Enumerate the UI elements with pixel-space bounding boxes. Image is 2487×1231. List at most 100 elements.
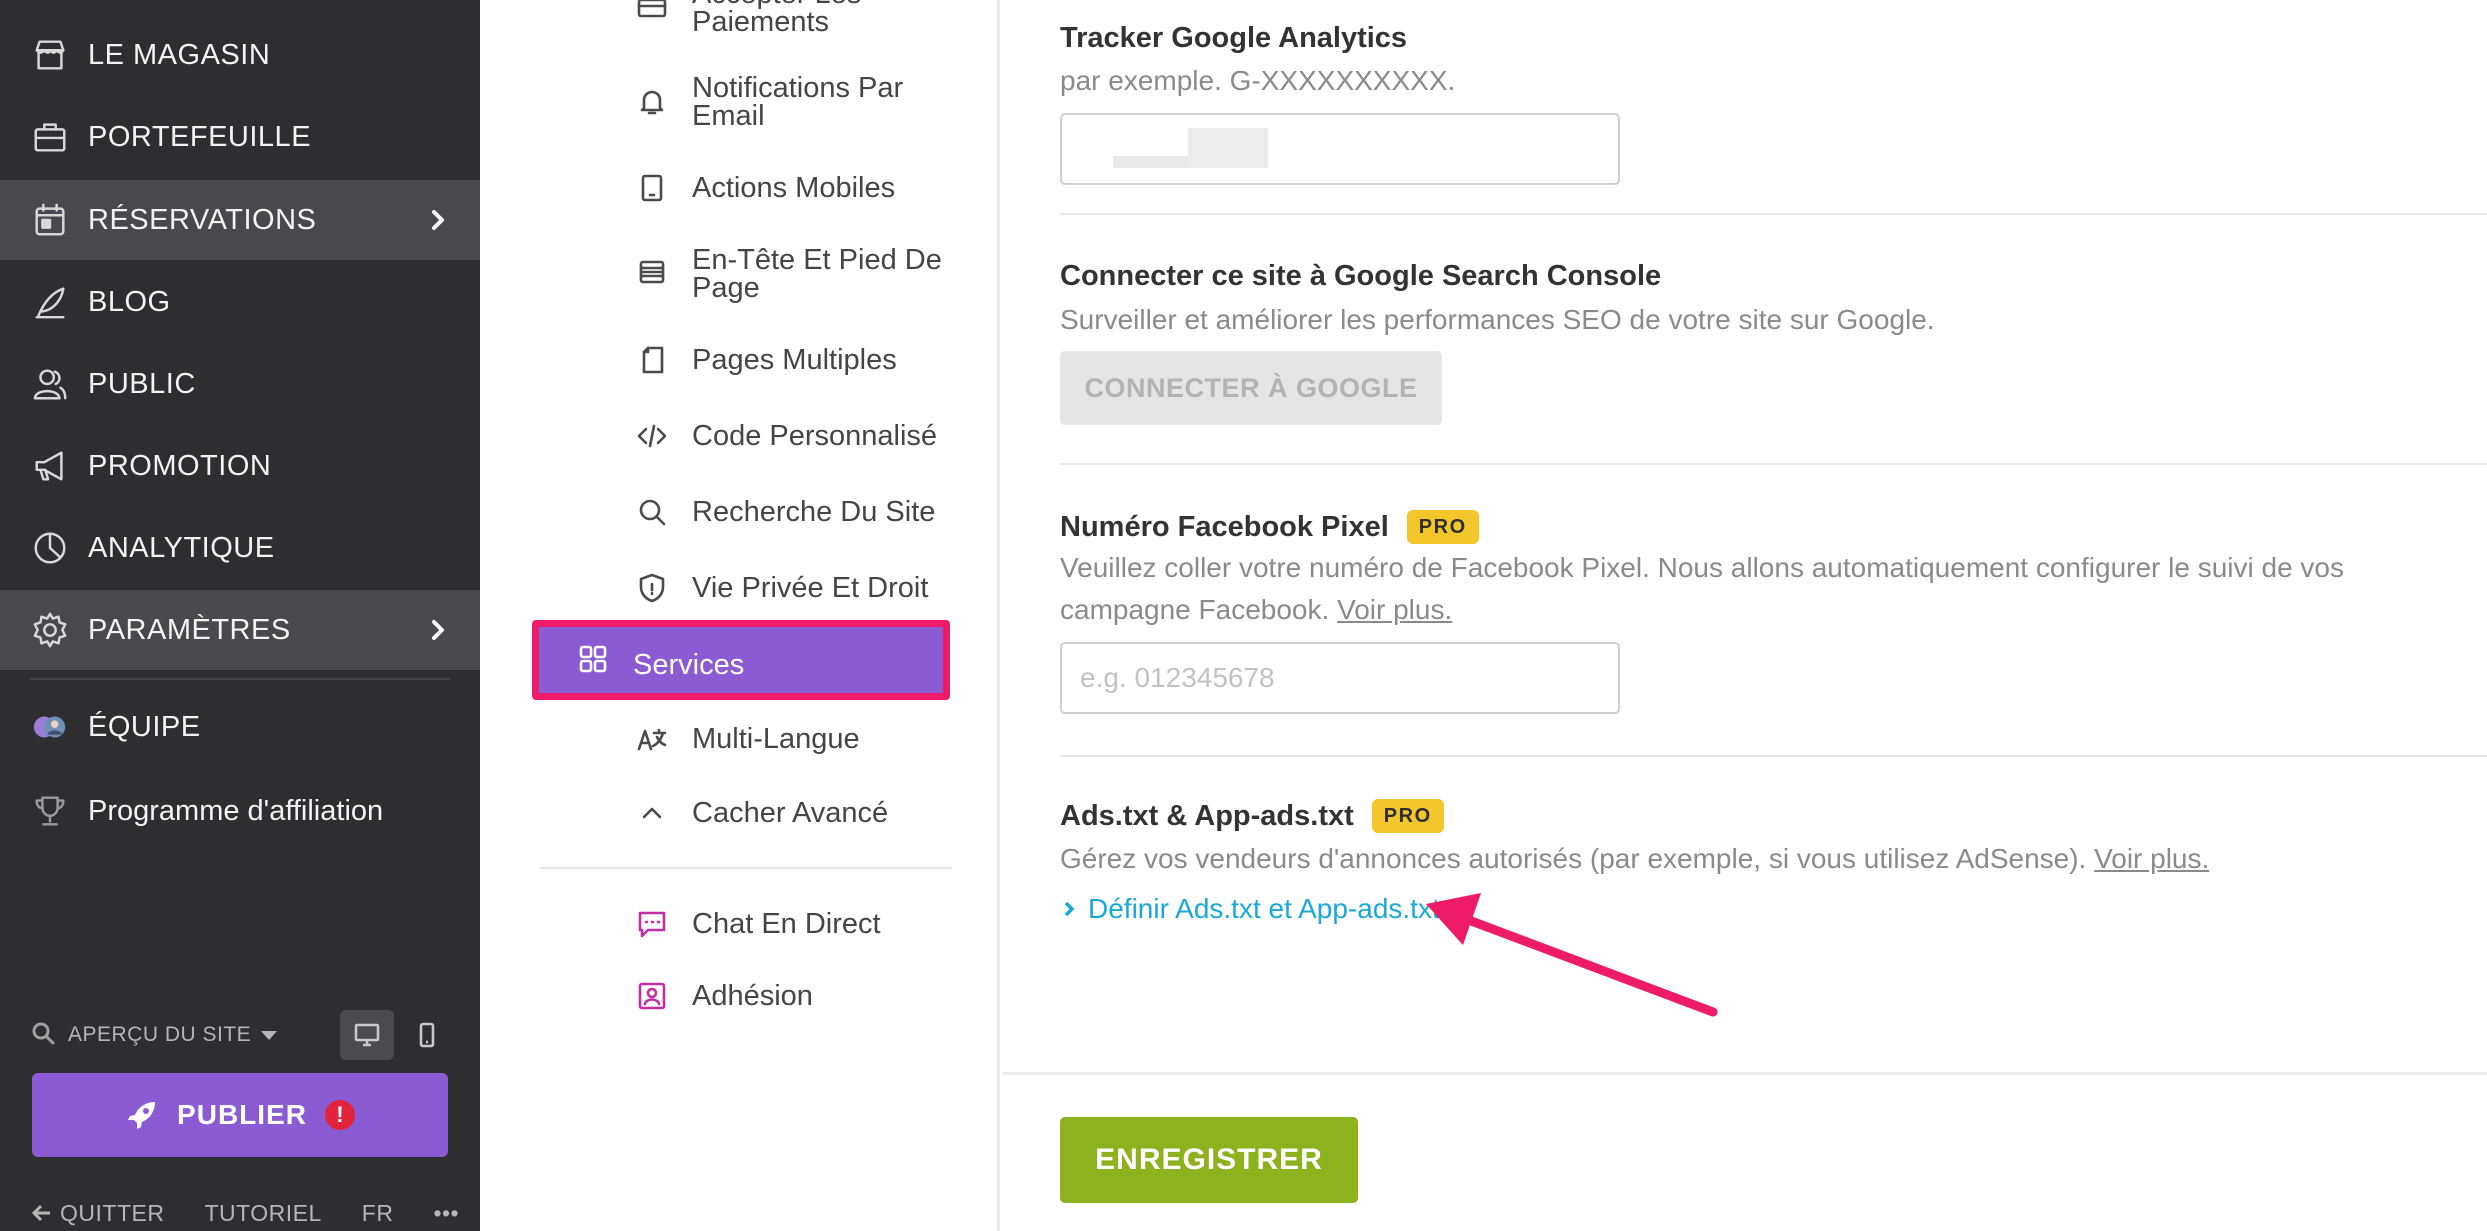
grid-icon [573, 639, 613, 679]
ga-description: par exemple. G-XXXXXXXXXX. [1060, 65, 1456, 96]
nav-label: BLOG [88, 285, 171, 318]
nav-item-analytics[interactable]: ANALYTIQUE [0, 508, 480, 588]
redacted-value [1188, 128, 1268, 168]
settings-submenu: Accepter Les Paiements Notifications Par… [480, 0, 1000, 1231]
nav-label: LE MAGASIN [88, 38, 271, 71]
submenu-item-services[interactable]: Services [532, 620, 950, 700]
submenu-label: Recherche Du Site [692, 496, 936, 528]
ads-title: Ads.txt & App-ads.txt [1060, 799, 1354, 832]
tutorial-link[interactable]: TUTORIEL [204, 1200, 321, 1227]
quit-link[interactable]: QUITTER [30, 1200, 164, 1227]
nav-item-public[interactable]: PUBLIC [0, 344, 480, 424]
fb-description-line-1: Veuillez coller votre numéro de Facebook… [1060, 552, 2345, 583]
submenu-label: Adhésion [692, 980, 813, 1012]
publish-label: PUBLIER [177, 1099, 307, 1130]
megaphone-icon [30, 446, 70, 486]
save-button[interactable]: ENREGISTRER [1060, 1117, 1358, 1203]
submenu-item-mobile-actions[interactable]: Actions Mobiles [540, 168, 980, 208]
submenu-label: Multi-Langue [692, 723, 860, 755]
nav-item-reservations[interactable]: RÉSERVATIONS [0, 180, 480, 260]
submenu-item-payments[interactable]: Accepter Les Paiements [540, 0, 980, 37]
submenu-label: Accepter Les Paiements [692, 0, 861, 38]
language-selector[interactable]: FR [362, 1200, 394, 1227]
search-icon [30, 1020, 56, 1051]
fb-description: Veuillez coller votre numéro de Facebook… [1060, 547, 2480, 631]
submenu-item-membership[interactable]: Adhésion [540, 976, 980, 1016]
chevron-right-icon [426, 208, 450, 232]
gsc-title: Connecter ce site à Google Search Consol… [1060, 260, 1662, 292]
fb-title-row: Numéro Facebook Pixel PRO [1060, 510, 1479, 544]
briefcase-icon [30, 117, 70, 157]
submenu-label: Cacher Avancé [692, 797, 889, 829]
fb-learn-more-link[interactable]: Voir plus. [1337, 594, 1452, 625]
code-icon [632, 416, 672, 456]
quit-label: QUITTER [60, 1199, 165, 1226]
language-icon [632, 719, 672, 759]
ads-description-text: Gérez vos vendeurs d'annonces autorisés … [1060, 843, 2087, 874]
site-preview-row: APERÇU DU SITE [30, 1010, 450, 1060]
chevron-right-icon [1064, 901, 1075, 917]
submenu-label: Vie Privée Et Droit [692, 572, 929, 604]
save-bar-divider [1003, 1072, 2487, 1075]
submenu-item-multiple-pages[interactable]: Pages Multiples [540, 340, 980, 380]
submenu-item-header-footer[interactable]: En-Tête Et Pied De Page [540, 246, 980, 306]
nav-item-store[interactable]: LE MAGASIN [0, 15, 480, 95]
nav-label: PORTEFEUILLE [88, 120, 312, 153]
submenu-label: En-Tête Et Pied De Page [692, 244, 942, 304]
submenu-divider [540, 867, 952, 869]
nav-item-team[interactable]: ÉQUIPE [0, 687, 480, 767]
nav-item-portfolio[interactable]: PORTEFEUILLE [0, 97, 480, 177]
submenu-label: Notifications Par Email [692, 72, 904, 132]
more-menu-icon[interactable]: ••• [433, 1200, 459, 1227]
nav-label: Programme d'affiliation [88, 794, 384, 827]
submenu-item-live-chat[interactable]: Chat En Direct [540, 904, 980, 944]
caret-down-icon [261, 1030, 278, 1040]
sidebar-footer: QUITTER TUTORIEL FR ••• [30, 1195, 460, 1231]
ga-title: Tracker Google Analytics [1060, 22, 1408, 54]
nav-item-settings[interactable]: PARAMÈTRES [0, 590, 480, 670]
tablet-icon [632, 168, 672, 208]
unpublished-changes-badge: ! [324, 1100, 355, 1130]
connect-google-button[interactable]: CONNECTER À GOOGLE [1060, 351, 1442, 425]
desktop-preview-button[interactable] [340, 1010, 394, 1060]
submenu-item-hide-advanced[interactable]: Cacher Avancé [540, 793, 980, 833]
settings-content: Tracker Google Analytics par exemple. G-… [1003, 0, 2487, 1231]
layout-icon [632, 252, 672, 292]
calendar-icon [30, 200, 70, 240]
nav-label: PROMOTION [88, 449, 272, 482]
define-ads-txt-link[interactable]: Définir Ads.txt et App-ads.txt [1060, 893, 1440, 925]
publish-button[interactable]: PUBLIER ! [32, 1073, 448, 1157]
submenu-item-site-search[interactable]: Recherche Du Site [540, 492, 980, 532]
mobile-preview-button[interactable] [400, 1010, 454, 1060]
credit-card-icon [632, 0, 672, 32]
submenu-label: Code Personnalisé [692, 420, 938, 452]
section-divider [1060, 463, 2487, 465]
ads-learn-more-link[interactable]: Voir plus. [2094, 843, 2209, 874]
mobile-icon [419, 1022, 435, 1048]
trophy-icon [30, 791, 70, 831]
ads-description: Gérez vos vendeurs d'annonces autorisés … [1060, 838, 2209, 880]
users-icon [30, 364, 70, 404]
submenu-item-privacy-legal[interactable]: Vie Privée Et Droit [540, 568, 980, 608]
nav-item-blog[interactable]: BLOG [0, 262, 480, 342]
submenu-label: Services [633, 649, 745, 681]
feather-icon [30, 282, 70, 322]
gear-icon [30, 610, 70, 650]
nav-label: PARAMÈTRES [88, 613, 291, 646]
shield-icon [632, 568, 672, 608]
rocket-icon [128, 1102, 156, 1129]
section-divider [1060, 213, 2487, 215]
nav-item-affiliate[interactable]: Programme d'affiliation [0, 771, 480, 851]
ads-title-row: Ads.txt & App-ads.txt PRO [1060, 799, 1444, 833]
chevron-up-icon [632, 793, 672, 833]
submenu-item-custom-code[interactable]: Code Personnalisé [540, 416, 980, 456]
nav-item-promotion[interactable]: PROMOTION [0, 426, 480, 506]
sidebar-divider [30, 678, 450, 680]
fb-pixel-input[interactable] [1060, 642, 1620, 714]
submenu-label: Actions Mobiles [692, 172, 896, 204]
chat-icon [632, 904, 672, 944]
submenu-item-email-notifications[interactable]: Notifications Par Email [540, 72, 980, 132]
site-preview-dropdown[interactable]: APERÇU DU SITE [68, 1023, 251, 1047]
submenu-item-multi-language[interactable]: Multi-Langue [540, 719, 980, 759]
arrow-left-icon [31, 1204, 50, 1222]
